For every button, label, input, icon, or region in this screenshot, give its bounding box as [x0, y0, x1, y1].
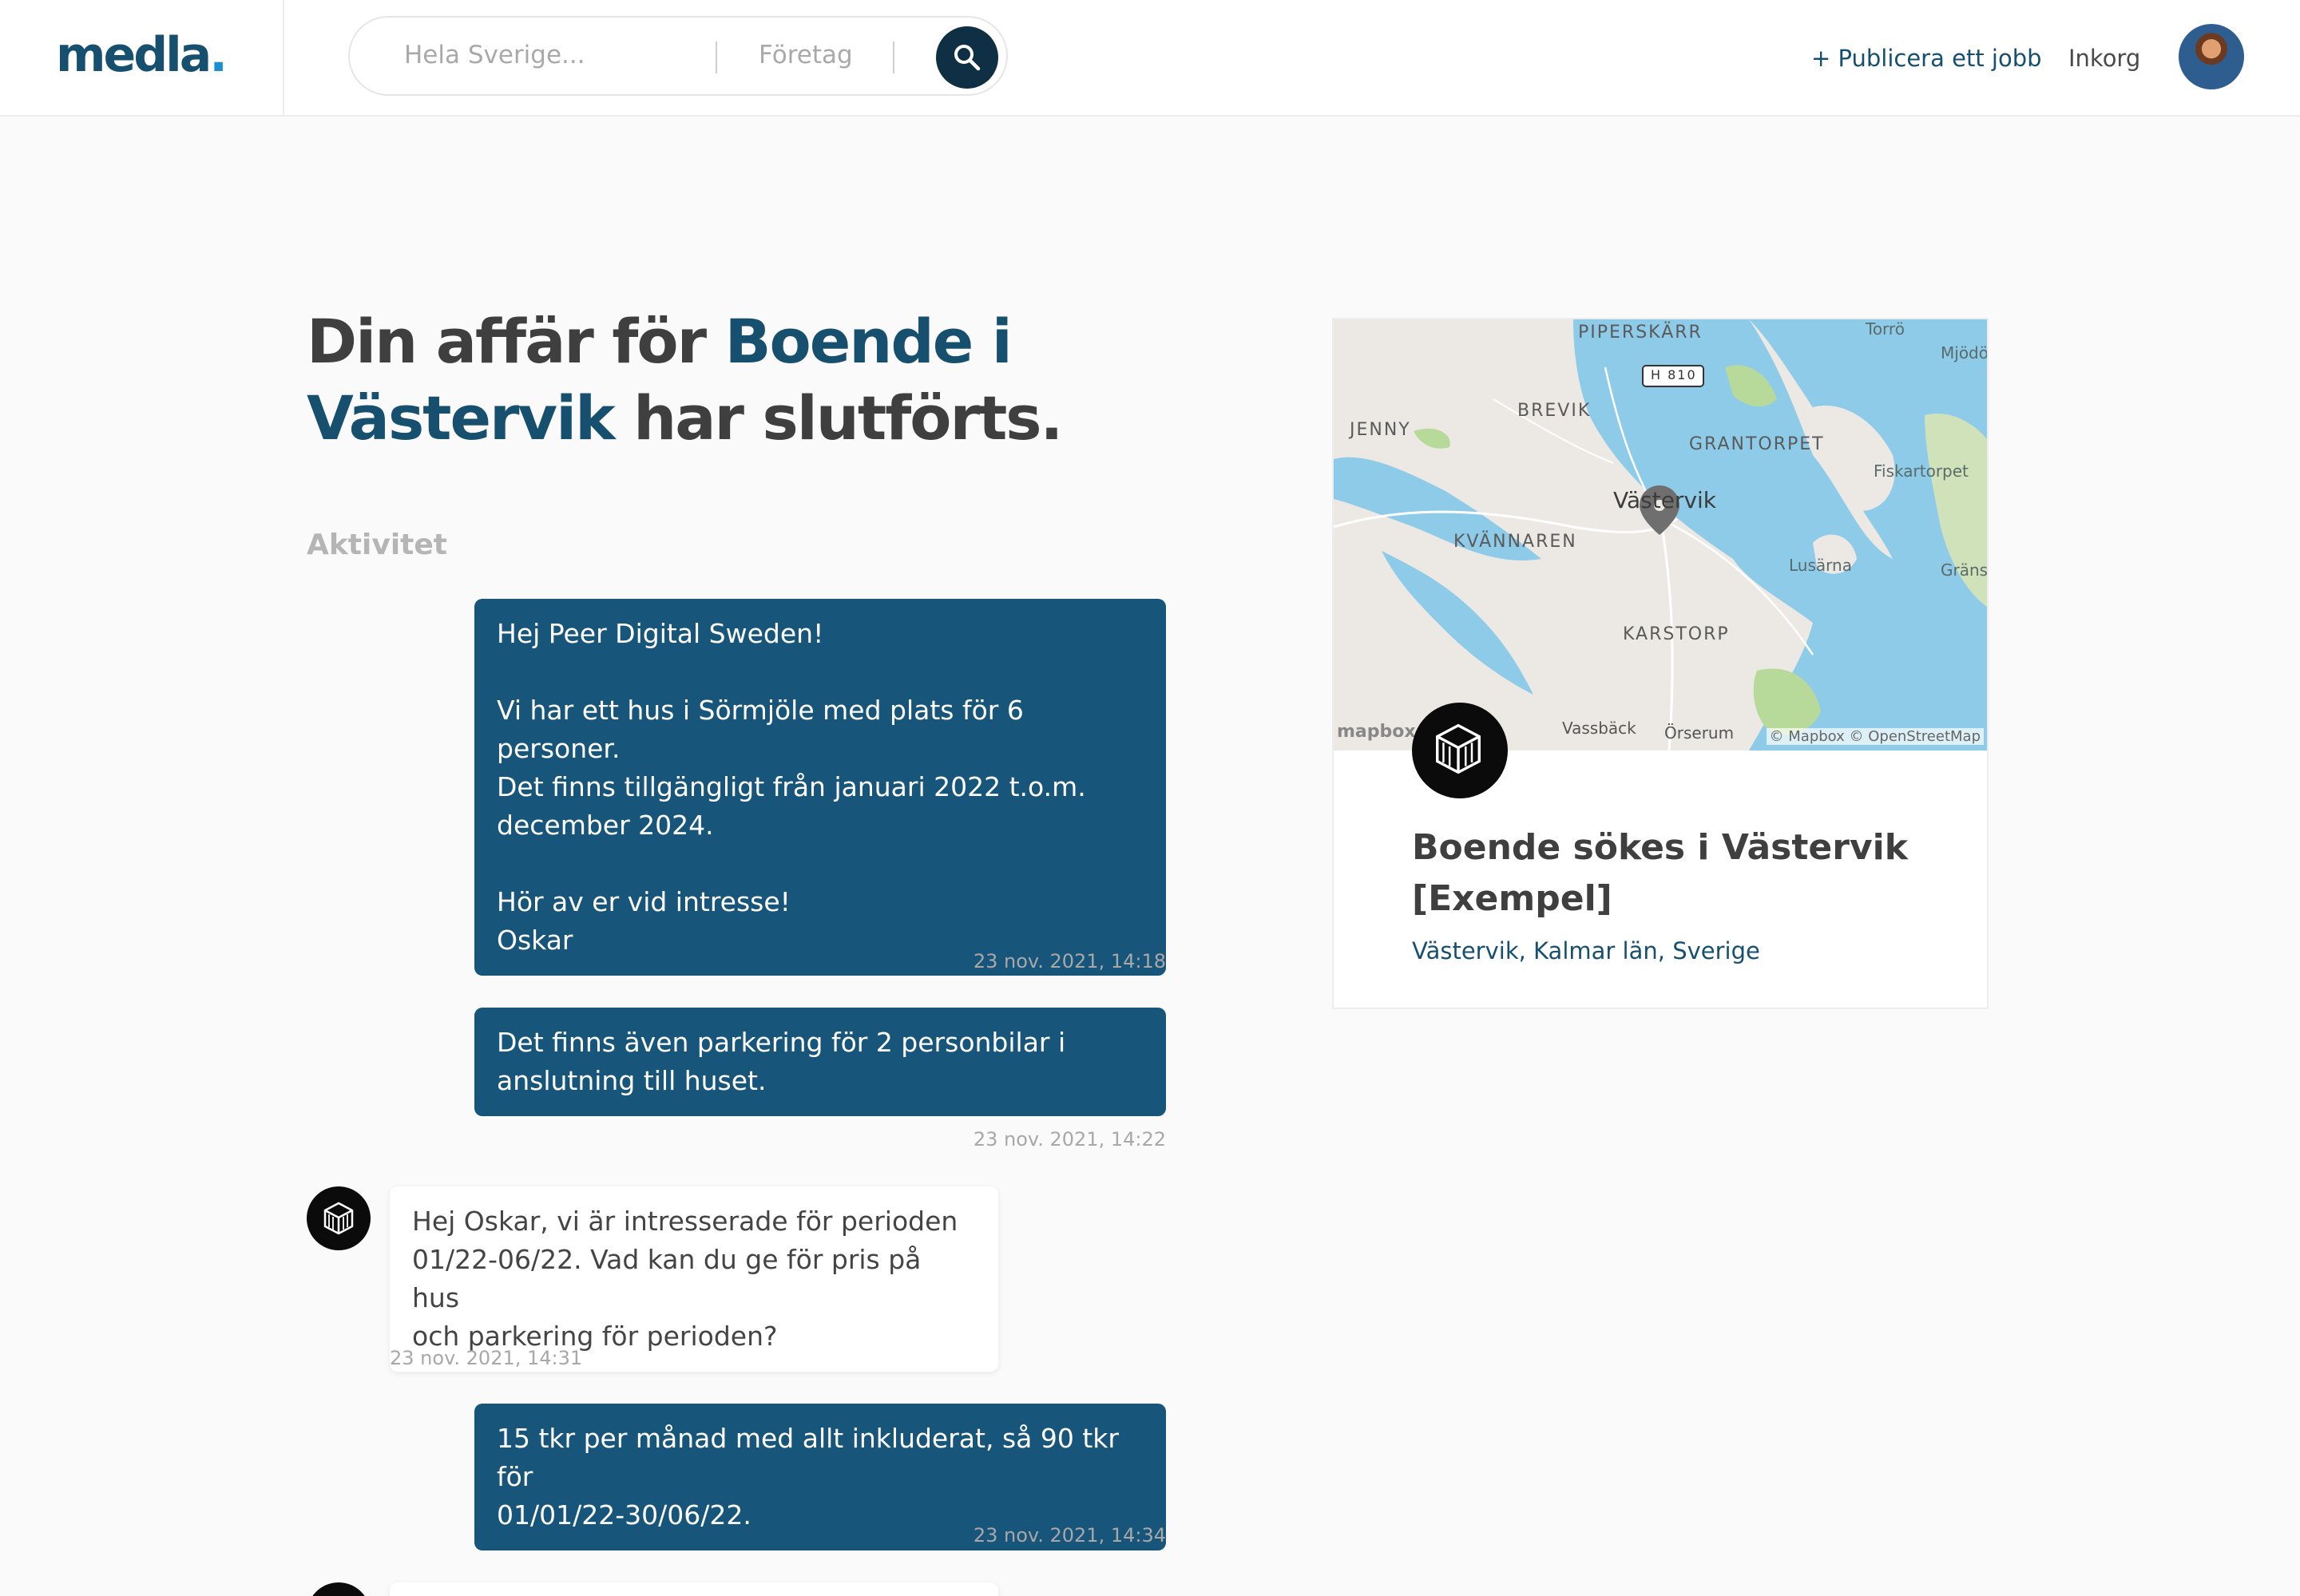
title-prefix: Din affär för: [307, 306, 725, 377]
sender-avatar[interactable]: [307, 1582, 371, 1596]
message-line: 01/22-06/22. Vad kan du ge för pris på h…: [412, 1244, 930, 1313]
medla-logo[interactable]: medla.: [56, 27, 228, 83]
map-attribution[interactable]: © Mapbox © OpenStreetMap: [1766, 728, 1984, 745]
search-button[interactable]: [936, 26, 998, 89]
map-label: Gräns: [1941, 560, 1987, 580]
message-line: december 2024.: [497, 810, 714, 841]
listing-card[interactable]: PIPERSKÄRR H 810 Torrö Mjödö BREVIK JENN…: [1332, 318, 1989, 1009]
logo-text: medla: [56, 27, 212, 83]
message-timestamp: 23 nov. 2021, 14:34: [973, 1524, 1166, 1546]
map-label: Torrö: [1866, 319, 1905, 339]
company-logo-icon: [323, 1202, 354, 1235]
map-label: KARSTORP: [1623, 624, 1730, 644]
map-label: Fiskartorpet: [1874, 461, 1969, 481]
listing-map[interactable]: PIPERSKÄRR H 810 Torrö Mjödö BREVIK JENN…: [1334, 319, 1987, 750]
activity-heading: Aktivitet: [307, 529, 447, 561]
listing-title[interactable]: Boende sökes i Västervik [Exempel]: [1412, 822, 1923, 925]
page-title: Din affär för Boende i Västervik har slu…: [307, 303, 1105, 457]
top-navbar: medla. Hela Sverige... Företag + Publice…: [0, 0, 2300, 117]
company-search-input[interactable]: Företag: [759, 41, 853, 69]
title-suffix: har slutförts.: [613, 382, 1063, 453]
listing-company-avatar: [1412, 703, 1508, 798]
message-line: Det finns tillgängligt från januari 2022…: [497, 771, 1086, 802]
map-label: Lusärna: [1789, 556, 1852, 575]
mapbox-logo[interactable]: mapbox: [1337, 722, 1416, 742]
inbox-link[interactable]: Inkorg: [2068, 45, 2140, 72]
map-label: Vassbäck: [1562, 719, 1636, 738]
map-label: Mjödö: [1941, 343, 1987, 362]
map-label: Västervik: [1613, 487, 1717, 513]
map-label: GRANTORPET: [1689, 434, 1825, 454]
message-line: Hör av er vid intresse!: [497, 886, 791, 917]
user-avatar[interactable]: [2179, 24, 2244, 89]
location-search-input[interactable]: Hela Sverige...: [404, 41, 585, 69]
message-bubble-incoming: [390, 1582, 998, 1596]
message-line: [497, 653, 1144, 691]
sender-avatar[interactable]: [307, 1186, 371, 1250]
map-label: KVÄNNAREN: [1453, 532, 1577, 552]
message-timestamp: 23 nov. 2021, 14:31: [390, 1347, 583, 1369]
map-label: Örserum: [1664, 723, 1735, 743]
message-bubble-incoming: Hej Oskar, vi är intresserade för period…: [390, 1186, 998, 1372]
map-label: H 810: [1651, 367, 1697, 382]
search-divider: [893, 42, 894, 73]
message-line: 15 tkr per månad med allt inkluderat, så…: [497, 1423, 1128, 1492]
message-line: Hej Oskar, vi är intresserade för period…: [412, 1206, 958, 1237]
message-line: [497, 845, 1144, 883]
logo-dot: .: [209, 27, 228, 83]
map-image: [1334, 319, 1987, 750]
logo-container: medla.: [0, 0, 284, 115]
message-timestamp: 23 nov. 2021, 14:22: [973, 1128, 1166, 1150]
map-label: PIPERSKÄRR: [1578, 323, 1703, 343]
message-timestamp: 23 nov. 2021, 14:18: [973, 950, 1166, 972]
search-divider: [716, 42, 717, 73]
message-line: anslutning till huset.: [497, 1065, 767, 1096]
publish-job-link[interactable]: + Publicera ett jobb: [1811, 45, 2042, 72]
message-line: Hej Peer Digital Sweden!: [497, 618, 824, 649]
message-bubble-outgoing: Hej Peer Digital Sweden! Vi har ett hus …: [474, 599, 1166, 976]
map-label: BREVIK: [1517, 401, 1592, 421]
company-logo-icon: [1436, 723, 1481, 774]
message-line: Det finns även parkering för 2 personbil…: [497, 1027, 1066, 1058]
search-icon: [954, 45, 981, 71]
search-bar: Hela Sverige... Företag: [348, 16, 1008, 96]
map-label: JENNY: [1350, 420, 1411, 440]
message-bubble-outgoing: Det finns även parkering för 2 personbil…: [474, 1008, 1166, 1116]
message-line: Vi har ett hus i Sörmjöle med plats för …: [497, 695, 1033, 764]
listing-location: Västervik, Kalmar län, Sverige: [1412, 937, 1760, 964]
